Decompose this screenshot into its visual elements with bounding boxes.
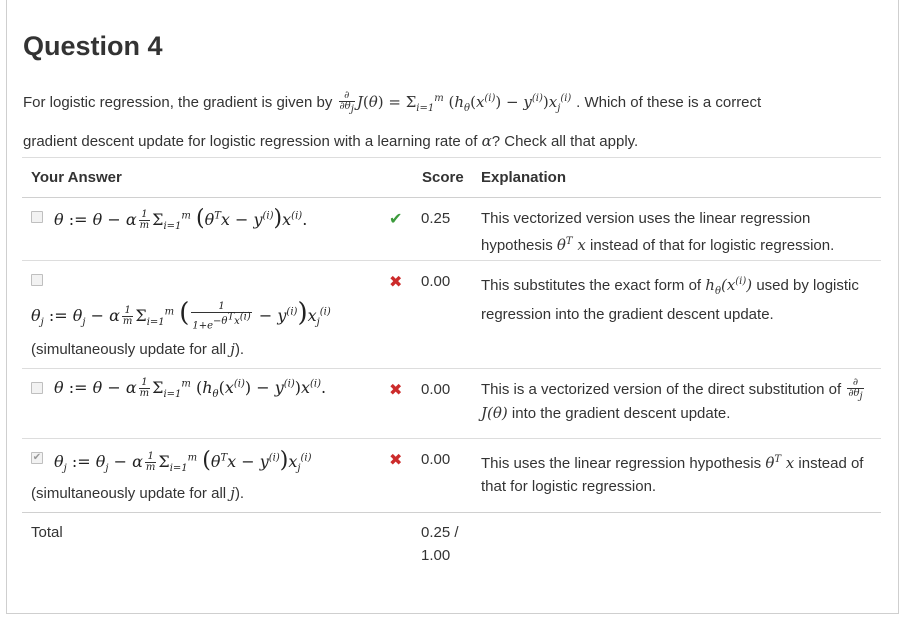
row-divider <box>22 368 881 369</box>
incorrect-icon: ✖ <box>389 452 403 469</box>
row-divider <box>22 438 881 439</box>
row-explanation: This substitutes the exact form of hθ(x(… <box>481 276 859 323</box>
header-your-answer: Your Answer <box>31 169 122 186</box>
incorrect-icon: ✖ <box>389 274 403 291</box>
answer-checkbox[interactable] <box>31 211 43 223</box>
row-score: 0.00 <box>421 273 451 290</box>
answer-formula: θj := θj − α 1 m Σi=1m (1 1+e−θTx(i) − y(i))… <box>31 298 331 332</box>
total-label: Total <box>31 524 63 541</box>
question-title: Question 4 <box>23 31 163 61</box>
answer-checkbox[interactable]: ✔ <box>31 452 43 464</box>
row-explanation: This is a vectorized version of the dire… <box>481 377 864 422</box>
correct-icon: ✔ <box>389 211 403 228</box>
incorrect-icon: ✖ <box>389 382 403 399</box>
answer-subtext: (simultaneously update for all j). <box>31 340 245 358</box>
header-score: Score <box>422 169 464 186</box>
header-divider <box>22 197 881 198</box>
total-score-line2: 1.00 <box>421 547 451 564</box>
total-score-line1: 0.25 / <box>421 524 459 541</box>
row-explanation: This uses the linear regression hypothes… <box>481 454 864 495</box>
answer-formula: θj := θj − α 1 m Σi=1m (θTx − y(i))xj(i) <box>54 448 312 475</box>
answer-checkbox[interactable] <box>31 274 43 286</box>
answer-formula: θ := θ − α 1 m Σi=1m (θTx − y(i))x(i). <box>54 206 308 233</box>
row-score: 0.00 <box>421 451 451 468</box>
gradient-formula: ∂ ∂θj J(θ) = Σi=1m (hθ(x(i)) − y(i))xj(i) <box>338 90 572 115</box>
answer-formula: θ := θ − α 1 m Σi=1m (hθ(x(i)) − y(i))x(i). <box>54 377 327 401</box>
question-text: For logistic regression, the gradient is… <box>23 83 883 158</box>
question-line2-end: ? Check all that apply. <box>491 133 639 150</box>
answer-subtext: (simultaneously update for all j). <box>31 484 245 502</box>
total-divider <box>22 512 881 513</box>
row-score: 0.00 <box>421 381 451 398</box>
question-intro: For logistic regression, the gradient is… <box>23 94 333 111</box>
answer-checkbox[interactable] <box>31 382 43 394</box>
row-divider <box>22 260 881 261</box>
alpha-symbol: α <box>481 132 492 150</box>
header-explanation: Explanation <box>481 169 567 186</box>
question-line2: gradient descent update for logistic reg… <box>23 133 478 150</box>
row-score: 0.25 <box>421 210 451 227</box>
question-followup: . Which of these is a correct <box>576 94 762 111</box>
row-explanation: This vectorized version uses the linear … <box>481 210 835 254</box>
table-top-border <box>22 157 881 158</box>
